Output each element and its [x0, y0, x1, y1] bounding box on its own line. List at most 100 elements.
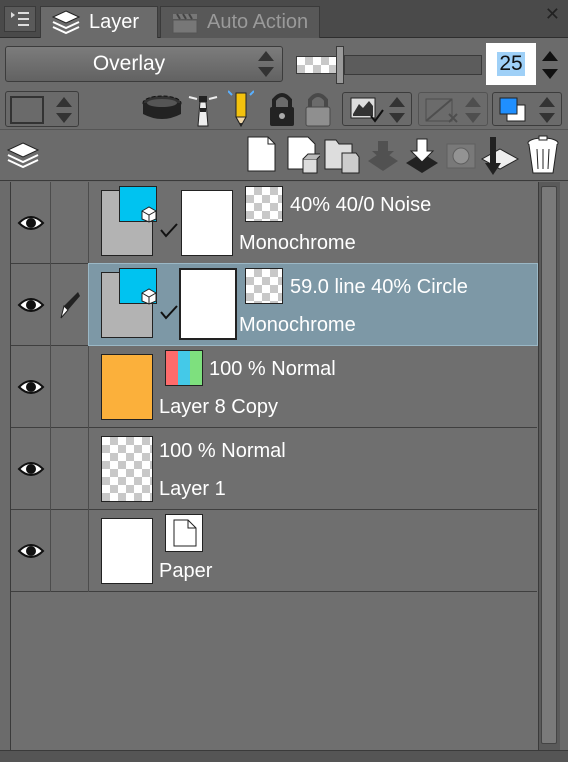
- scrollbar[interactable]: [538, 182, 560, 750]
- layer-name: Layer 8 Copy: [159, 396, 278, 418]
- close-icon[interactable]: ✕: [545, 4, 560, 25]
- edit-target-cell[interactable]: [51, 264, 89, 346]
- reference-layer-icon[interactable]: [140, 92, 184, 126]
- layer-mask-thumbnail: [181, 190, 233, 256]
- layer-content[interactable]: 59.0 line 40% Circle Monochrome: [88, 263, 538, 346]
- layer-thumbnail: [101, 518, 153, 584]
- layer-info: 40% 40/0 Noise: [290, 194, 432, 216]
- cube-icon: [141, 206, 157, 223]
- opacity-slider-thumb[interactable]: [336, 46, 344, 84]
- layers-icon: [51, 9, 81, 34]
- screentone-thumbnail: [245, 186, 283, 222]
- cube-icon: [141, 288, 157, 305]
- new-raster-layer-icon[interactable]: [244, 135, 278, 177]
- color-squares-icon: [499, 97, 526, 122]
- visibility-toggle[interactable]: [11, 182, 51, 264]
- color-spinner-icon: [54, 97, 74, 123]
- layer-name: Paper: [159, 560, 213, 582]
- opacity-slider[interactable]: [344, 55, 482, 75]
- trash-icon[interactable]: [524, 135, 562, 177]
- layer-mask-thumbnail: [179, 268, 237, 340]
- layer-list: 40% 40/0 Noise Monochrome 59.0 line 40% …: [10, 182, 538, 750]
- tab-bar: Layer Auto Action ✕: [0, 0, 568, 38]
- visibility-toggle[interactable]: [11, 510, 51, 592]
- opacity-value: 25: [497, 52, 525, 76]
- pencil-icon[interactable]: [228, 89, 254, 129]
- layer-name: Monochrome: [239, 314, 356, 336]
- layer-content[interactable]: 100 % Normal Layer 8 Copy: [89, 346, 537, 427]
- eye-icon: [17, 544, 44, 558]
- layer-command-bar: [0, 131, 568, 181]
- checkmark-icon: [160, 223, 178, 238]
- layer-content[interactable]: 40% 40/0 Noise Monochrome: [89, 182, 537, 263]
- layer-content[interactable]: Paper: [89, 510, 537, 591]
- edit-target-cell[interactable]: [51, 182, 89, 264]
- tab-auto-action[interactable]: Auto Action: [160, 6, 320, 38]
- layer-color-spinner-icon: [537, 97, 557, 123]
- layer-info: 100 % Normal: [209, 358, 336, 380]
- pen-nib-icon: [60, 292, 80, 319]
- mask-spinner-icon: [387, 97, 407, 123]
- layer-color-select[interactable]: [5, 91, 79, 127]
- blend-mode-select[interactable]: Overlay: [5, 46, 283, 82]
- new-folder-icon[interactable]: [322, 135, 360, 177]
- layer-thumbnail: [101, 354, 153, 420]
- layer-list-empty-area: [11, 592, 537, 750]
- edit-target-cell[interactable]: [51, 346, 89, 428]
- screentone-thumbnail: [245, 268, 283, 304]
- lighthouse-icon[interactable]: [188, 90, 218, 128]
- layer-name: Layer 1: [159, 478, 226, 500]
- visibility-toggle[interactable]: [11, 264, 51, 346]
- mask-thumbnail: [119, 186, 157, 223]
- lock-icon[interactable]: [266, 90, 298, 128]
- transparency-icon: [296, 56, 340, 74]
- ruler-display-select[interactable]: [418, 92, 488, 126]
- edit-target-cell[interactable]: [51, 428, 89, 510]
- layer-property-bar: [0, 86, 568, 130]
- blend-mode-spinner-icon[interactable]: [256, 51, 276, 77]
- eye-icon: [17, 216, 44, 230]
- mask-icon: [350, 97, 384, 123]
- edit-target-cell[interactable]: [51, 510, 89, 592]
- new-vector-layer-icon[interactable]: [284, 135, 320, 177]
- layer-name: Monochrome: [239, 232, 356, 254]
- layer-row[interactable]: 100 % Normal Layer 8 Copy: [11, 346, 537, 428]
- ruler-icon: [425, 98, 458, 123]
- visibility-toggle[interactable]: [11, 346, 51, 428]
- layer-color-display-select[interactable]: [492, 92, 562, 126]
- layer-row[interactable]: 40% 40/0 Noise Monochrome: [11, 182, 537, 264]
- transfer-to-lower-layer-icon[interactable]: [366, 139, 400, 173]
- panel-menu-icon[interactable]: [4, 6, 36, 32]
- create-mask-icon[interactable]: [444, 139, 478, 173]
- blend-mode-value: Overlay: [92, 52, 166, 75]
- visibility-toggle[interactable]: [11, 428, 51, 510]
- opacity-spinner-icon[interactable]: [540, 51, 560, 79]
- color-layer-icon: [165, 350, 203, 386]
- scrollbar-thumb[interactable]: [541, 186, 557, 744]
- tab-auto-action-label: Auto Action: [207, 11, 309, 33]
- opacity-input[interactable]: 25: [486, 43, 536, 85]
- tab-layer-label: Layer: [89, 11, 140, 33]
- panel-bottom-edge: [0, 750, 568, 762]
- layer-stack-icon[interactable]: [6, 141, 40, 171]
- mask-display-select[interactable]: [342, 92, 412, 126]
- clapperboard-icon: [172, 12, 198, 33]
- checkmark-icon: [160, 305, 178, 320]
- blend-opacity-bar: Overlay 25: [0, 40, 568, 86]
- mask-thumbnail: [119, 268, 157, 305]
- tab-layer[interactable]: Layer: [40, 6, 158, 38]
- eye-icon: [17, 298, 44, 312]
- layer-row[interactable]: Paper: [11, 510, 537, 592]
- layer-row-selected[interactable]: 59.0 line 40% Circle Monochrome: [11, 263, 538, 346]
- lock-transparency-icon[interactable]: [302, 90, 334, 128]
- layer-row[interactable]: 100 % Normal Layer 1: [11, 428, 537, 510]
- layer-info: 100 % Normal: [159, 440, 286, 462]
- ruler-spinner-icon: [463, 97, 483, 123]
- eye-icon: [17, 380, 44, 394]
- merge-down-icon[interactable]: [404, 137, 440, 175]
- apply-mask-icon[interactable]: [480, 135, 520, 177]
- layer-info: 59.0 line 40% Circle: [290, 276, 468, 298]
- layer-thumbnail: [101, 436, 153, 502]
- eye-icon: [17, 462, 44, 476]
- layer-content[interactable]: 100 % Normal Layer 1: [89, 428, 537, 509]
